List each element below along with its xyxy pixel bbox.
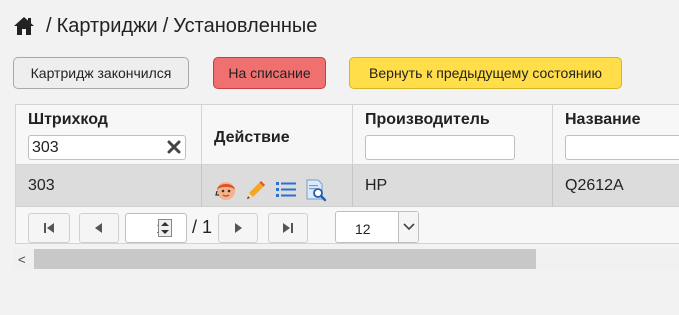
barcode-filter-value: 303	[32, 139, 59, 156]
last-page-button[interactable]	[268, 213, 308, 243]
revert-state-button[interactable]: Вернуть к предыдущему состоянию	[349, 57, 622, 89]
page-size-select[interactable]: 12	[335, 211, 419, 243]
breadcrumb-separator: /	[162, 14, 169, 37]
column-action-title: Действие	[214, 129, 290, 146]
column-barcode-title[interactable]: Штрихкод	[28, 111, 108, 129]
chevron-down-icon	[402, 223, 415, 231]
breadcrumb-cartridges[interactable]: Картриджи	[57, 15, 158, 38]
cartridge-empty-button[interactable]: Картридж закончился	[13, 57, 189, 89]
grid-header: Штрихкод 303 Действие Производитель Назв…	[16, 105, 679, 165]
technician-icon[interactable]	[214, 178, 238, 202]
breadcrumb: / Картриджи / Установленные	[13, 14, 317, 38]
page-number-input[interactable]: 1	[125, 213, 187, 243]
breadcrumb-separator: /	[46, 14, 52, 37]
next-page-icon	[235, 223, 242, 233]
home-icon[interactable]	[13, 16, 35, 36]
breadcrumb-installed: Установленные	[173, 14, 318, 37]
first-page-button[interactable]	[28, 213, 70, 243]
cell-manufacturer: HP	[353, 165, 553, 207]
page-size-dropdown[interactable]	[398, 212, 418, 242]
next-page-button[interactable]	[218, 213, 258, 243]
manufacturer-filter-input[interactable]	[365, 135, 515, 160]
write-off-button[interactable]: На списание	[213, 57, 326, 89]
cell-actions	[202, 165, 353, 207]
total-pages: / 1	[192, 217, 213, 237]
horizontal-scrollbar[interactable]: <	[14, 249, 679, 269]
clear-filter-icon[interactable]	[167, 140, 181, 154]
scrollbar-thumb[interactable]	[34, 249, 536, 269]
page-size-value: 12	[355, 221, 371, 237]
cell-name: Q2612A	[565, 177, 624, 194]
page-spinner[interactable]	[158, 219, 172, 237]
column-manufacturer-title[interactable]: Производитель	[365, 111, 490, 129]
first-page-icon	[44, 223, 54, 233]
cartridges-grid: Штрихкод 303 Действие Производитель Назв…	[15, 104, 679, 244]
column-name[interactable]: Название	[553, 105, 679, 165]
scroll-left-icon[interactable]: <	[18, 252, 26, 267]
table-row[interactable]: 303 HP Q2612A	[16, 165, 679, 207]
spinner-arrows-icon	[161, 222, 169, 234]
column-action: Действие	[202, 105, 353, 165]
column-barcode[interactable]: Штрихкод 303	[16, 105, 202, 165]
pager: 1 / 1 12	[16, 208, 679, 243]
barcode-filter-input[interactable]: 303	[28, 135, 186, 160]
name-filter-input[interactable]	[565, 135, 679, 160]
cell-barcode: 303	[16, 165, 202, 207]
column-manufacturer[interactable]: Производитель	[353, 105, 553, 165]
last-page-icon	[283, 223, 293, 233]
document-search-icon[interactable]	[304, 178, 328, 202]
pencil-icon[interactable]	[244, 178, 268, 202]
prev-page-button[interactable]	[79, 213, 119, 243]
prev-page-icon	[95, 223, 102, 233]
list-icon[interactable]	[274, 178, 298, 202]
column-name-title[interactable]: Название	[565, 111, 641, 129]
